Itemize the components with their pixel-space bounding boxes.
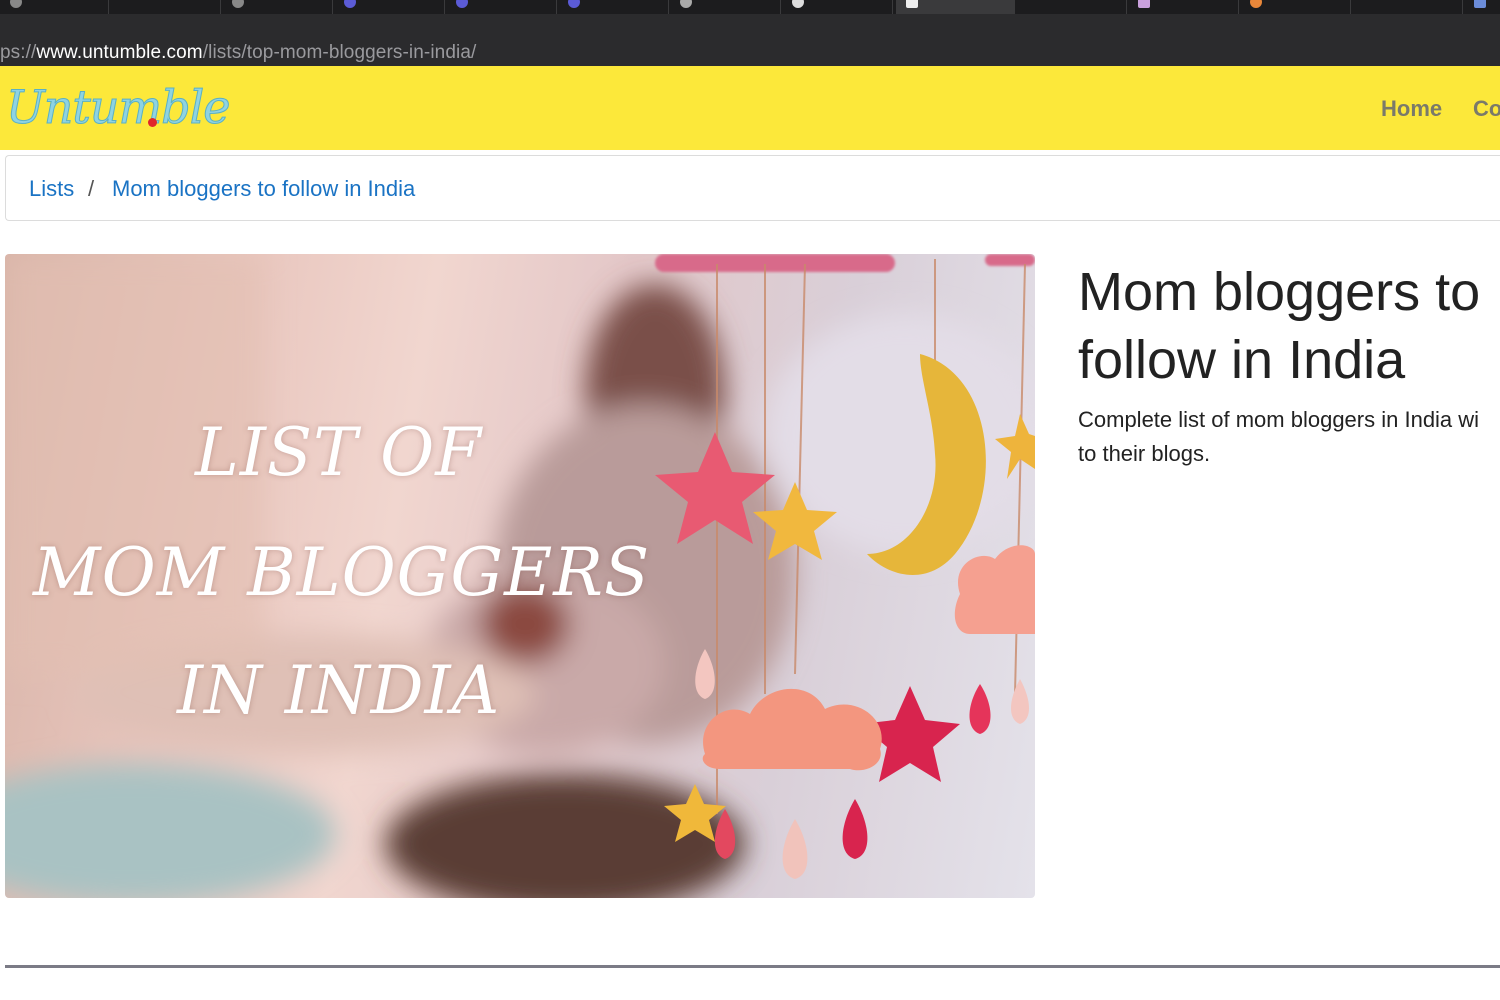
breadcrumb: Lists / Mom bloggers to follow in India: [5, 155, 1500, 221]
browser-tab-strip: [0, 0, 1500, 14]
browser-tab[interactable]: [1352, 0, 1463, 14]
browser-tab-active[interactable]: [896, 0, 1015, 14]
browser-tab[interactable]: [1464, 0, 1500, 14]
breadcrumb-item-lists[interactable]: Lists: [29, 176, 74, 202]
browser-tab[interactable]: [1128, 0, 1239, 14]
browser-tab[interactable]: [1240, 0, 1351, 14]
browser-tab[interactable]: [222, 0, 333, 14]
hero-text-line-2: MOM BLOGGERS: [33, 534, 651, 611]
mobile-top-decoration: [655, 254, 1035, 272]
page-description: Complete list of mom bloggers in India w…: [1078, 403, 1479, 471]
browser-tab[interactable]: [334, 0, 445, 14]
browser-tab[interactable]: [558, 0, 669, 14]
page-title: Mom bloggers to follow in India: [1078, 258, 1480, 394]
nav-link-contact[interactable]: Co: [1473, 96, 1500, 122]
browser-tab[interactable]: [1016, 0, 1127, 14]
nav-link-home[interactable]: Home: [1381, 96, 1442, 122]
site-navbar: Untumble Home Co: [0, 66, 1500, 150]
logo-ladybug-icon: [148, 118, 157, 127]
page-title-line-2: follow in India: [1078, 330, 1406, 390]
url-path: /lists/top-mom-bloggers-in-india/: [202, 42, 477, 63]
page-description-line-1: Complete list of mom bloggers in India w…: [1078, 407, 1480, 432]
browser-tab[interactable]: [782, 0, 893, 14]
breadcrumb-item-current[interactable]: Mom bloggers to follow in India: [112, 176, 415, 202]
browser-tab[interactable]: [670, 0, 781, 14]
hero-text-line-3: IN INDIA: [177, 652, 501, 729]
url-text[interactable]: ps://www.untumble.com/lists/top-mom-blog…: [0, 42, 476, 64]
hero-image: LIST OF MOM BLOGGERS IN INDIA: [5, 254, 1035, 898]
brand-logo[interactable]: Untumble: [6, 80, 232, 135]
hero-text-line-1: LIST OF: [195, 414, 483, 491]
breadcrumb-separator: /: [88, 176, 95, 201]
section-divider: [5, 965, 1500, 968]
url-host: www.untumble.com: [36, 42, 203, 63]
page-title-line-1: Mom bloggers to: [1078, 262, 1481, 322]
browser-tab[interactable]: [446, 0, 557, 14]
browser-tab[interactable]: [0, 0, 109, 14]
page-description-line-2: to their blogs.: [1078, 441, 1211, 466]
url-prefix: ps://: [0, 42, 37, 63]
browser-tab[interactable]: [110, 0, 221, 14]
address-bar[interactable]: ps://www.untumble.com/lists/top-mom-blog…: [0, 14, 1500, 66]
